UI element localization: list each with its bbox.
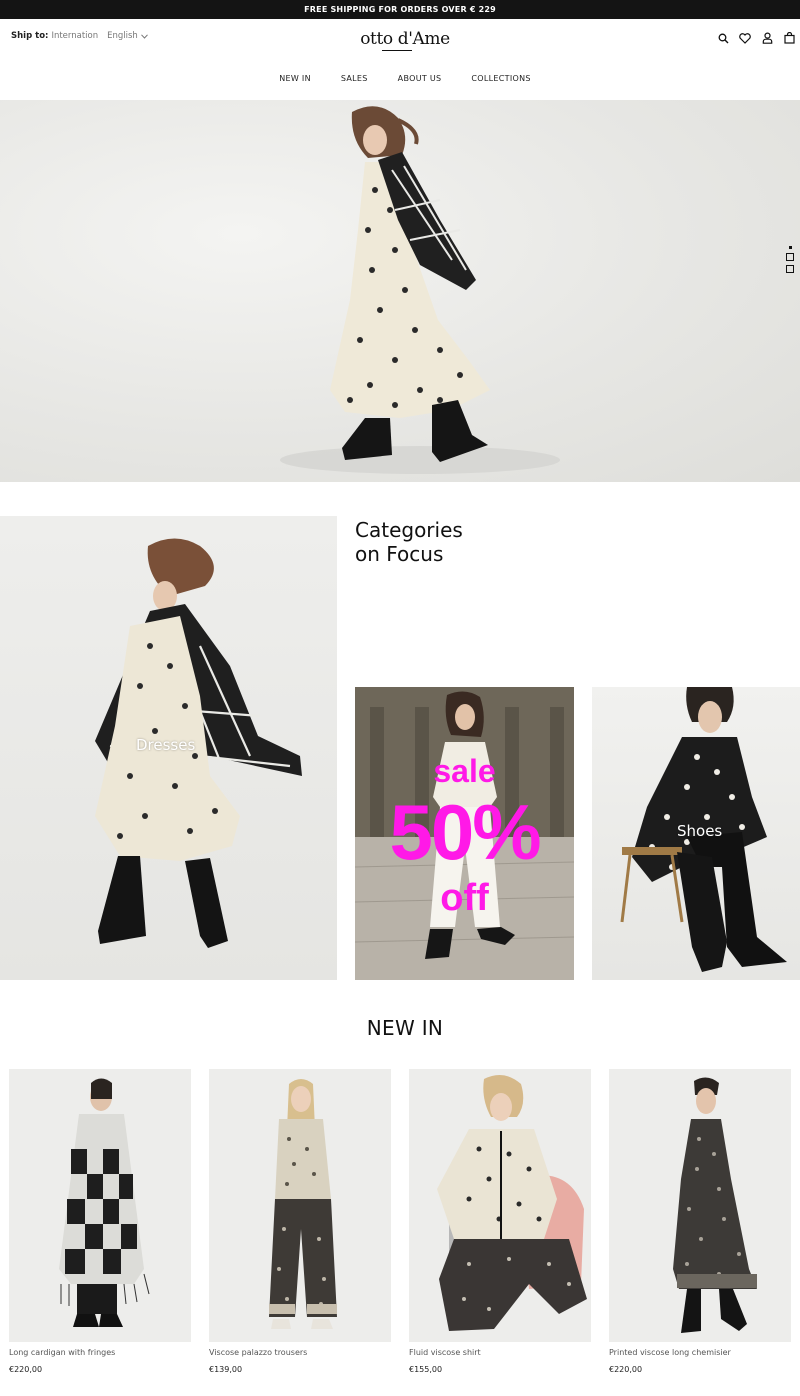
categories-heading-line1: Categories [355, 518, 463, 542]
hero-slider-pagination [786, 246, 794, 273]
sale-word: sale [433, 753, 496, 789]
product-name[interactable]: Viscose palazzo trousers [209, 1348, 391, 1357]
product-card[interactable]: Long cardigan with fringes €220,00 [9, 1069, 191, 1374]
categories-heading: Categories on Focus [355, 518, 555, 566]
product-image[interactable] [9, 1069, 191, 1342]
nav-item-about-us[interactable]: ABOUT US [398, 74, 442, 83]
shoes-label[interactable]: Shoes [677, 822, 722, 840]
slider-dot[interactable] [786, 265, 794, 273]
product-card[interactable]: Viscose palazzo trousers €139,00 [209, 1069, 391, 1374]
product-image[interactable] [209, 1069, 391, 1342]
search-icon[interactable] [712, 27, 734, 49]
category-dresses-tile[interactable]: Dresses [0, 516, 337, 980]
product-card[interactable]: Fluid viscose shirt €155,00 [409, 1069, 591, 1374]
slider-dot[interactable] [786, 253, 794, 261]
free-shipping-text: FREE SHIPPING FOR ORDERS OVER € 229 [304, 5, 496, 14]
account-user-icon[interactable] [756, 27, 778, 49]
shopping-bag-icon[interactable] [778, 27, 800, 49]
product-price: €220,00 [9, 1365, 43, 1374]
category-shoes-tile[interactable]: Shoes [592, 687, 800, 980]
nav-item-new-in[interactable]: NEW IN [279, 74, 311, 83]
slider-dot-active[interactable] [788, 246, 792, 249]
hero-banner[interactable] [0, 100, 800, 482]
product-price: €220,00 [609, 1365, 643, 1374]
sale-off: off [440, 877, 489, 919]
free-shipping-banner: FREE SHIPPING FOR ORDERS OVER € 229 [0, 0, 800, 19]
brand-logo[interactable]: otto d'Ame [0, 29, 800, 51]
product-image[interactable] [609, 1069, 791, 1342]
product-image[interactable] [409, 1069, 591, 1342]
main-navigation: NEW IN SALES ABOUT US COLLECTIONS [0, 74, 800, 83]
categories-heading-line2: on Focus [355, 542, 444, 566]
category-sale-tile[interactable]: sale 50% off [355, 687, 574, 980]
product-name[interactable]: Long cardigan with fringes [9, 1348, 191, 1357]
sale-percent: 50% [389, 788, 541, 876]
product-price: €155,00 [409, 1365, 443, 1374]
site-header: Ship to: Internation English otto d'Ame … [0, 19, 800, 100]
wishlist-heart-icon[interactable] [734, 27, 756, 49]
logo-text: otto d'Ame [360, 29, 450, 49]
product-card[interactable]: Printed viscose long chemisier €220,00 [609, 1069, 791, 1374]
product-price: €139,00 [209, 1365, 243, 1374]
new-in-heading: NEW IN [366, 1016, 444, 1040]
product-name[interactable]: Fluid viscose shirt [409, 1348, 591, 1357]
product-name[interactable]: Printed viscose long chemisier [609, 1348, 791, 1357]
logo-underline [382, 50, 412, 51]
dresses-label[interactable]: Dresses [136, 736, 195, 754]
nav-item-sales[interactable]: SALES [341, 74, 368, 83]
header-icons [712, 27, 800, 49]
hero-model-photo [280, 106, 560, 474]
nav-item-collections[interactable]: COLLECTIONS [471, 74, 530, 83]
